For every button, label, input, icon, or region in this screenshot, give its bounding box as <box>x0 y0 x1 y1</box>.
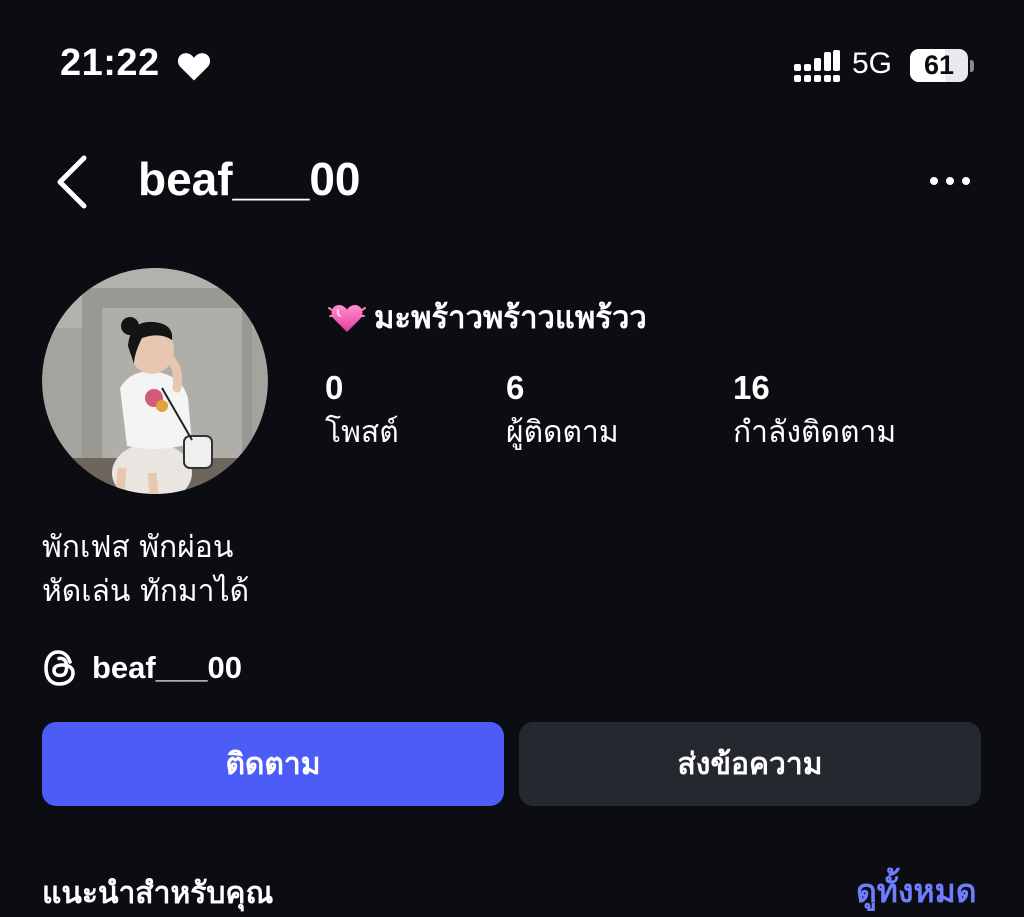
battery-cap <box>970 60 974 72</box>
page-title-username: beaf___00 <box>138 153 361 205</box>
chevron-left-icon[interactable] <box>52 152 92 212</box>
stat-posts-count: 0 <box>325 369 344 406</box>
more-horizontal-icon[interactable] <box>926 166 974 196</box>
threads-handle: beaf___00 <box>92 650 242 685</box>
suggested-section-title: แนะนำสำหรับคุณ <box>42 876 274 911</box>
stat-posts-label: โพสต์ <box>325 415 399 450</box>
bio-line: หัดเล่น ทักมาได้ <box>42 574 250 609</box>
avatar[interactable] <box>42 268 268 494</box>
network-type-label: 5G <box>852 47 893 80</box>
stat-followers[interactable]: 6 ผู้ติดตาม <box>506 368 619 458</box>
stat-following[interactable]: 16 กำลังติดตาม <box>733 368 896 458</box>
display-name: มะพร้าวพร้าวแพร้วว <box>374 300 647 336</box>
message-button[interactable]: ส่งข้อความ <box>519 722 981 806</box>
threads-link[interactable]: beaf___00 <box>42 648 242 688</box>
battery-percent-label: 61 <box>923 50 955 80</box>
follow-button[interactable]: ติดตาม <box>42 722 504 806</box>
see-all-link[interactable]: ดูทั้งหมด <box>856 866 976 917</box>
status-time: 21:22 <box>60 42 160 84</box>
bio: พักเฟส พักผ่อน หัดเล่น ทักมาได้ <box>42 526 249 614</box>
stat-followers-label: ผู้ติดตาม <box>506 415 619 450</box>
sparkle-heart-icon <box>328 305 366 332</box>
bio-line: พักเฟส พักผ่อน <box>42 530 234 565</box>
stat-following-count: 16 <box>733 369 770 406</box>
display-name-row: มะพร้าวพร้าวแพร้วว <box>328 292 647 342</box>
threads-icon <box>44 650 75 686</box>
battery-indicator: 61 <box>910 49 968 82</box>
stat-posts[interactable]: 0 โพสต์ <box>325 368 399 458</box>
stat-followers-count: 6 <box>506 369 525 406</box>
heart-icon <box>177 53 211 81</box>
stat-following-label: กำลังติดตาม <box>733 415 897 450</box>
cellular-signal-icon <box>794 50 840 82</box>
